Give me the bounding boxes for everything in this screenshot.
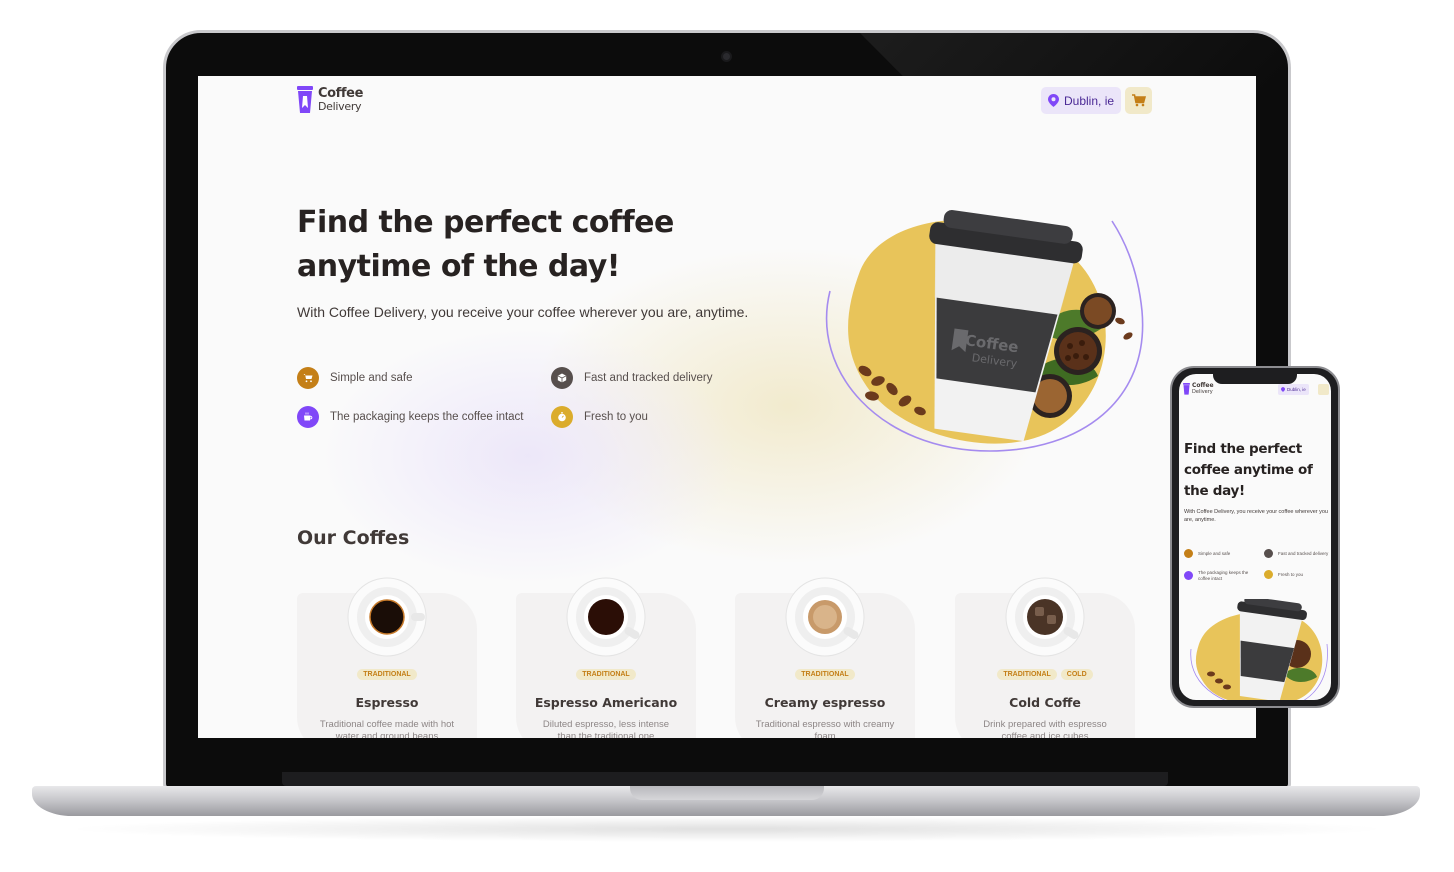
cart-icon	[297, 367, 319, 389]
cup-logo-icon	[1183, 383, 1190, 395]
feature-label: The packaging keeps the coffee intact	[330, 411, 524, 423]
feature-item: Fast and tracked delivery	[1264, 549, 1331, 558]
timer-icon	[551, 406, 573, 428]
timer-icon	[1264, 570, 1273, 579]
phone-notch	[1213, 372, 1297, 384]
coffee-description: Traditional coffee made with hot water a…	[319, 719, 455, 738]
coffee-tag: TRADITIONAL	[795, 669, 855, 680]
desktop-page: Coffee Delivery Dublin, ie Find the perf…	[198, 76, 1256, 738]
package-icon	[551, 367, 573, 389]
location-button[interactable]: Dublin, ie	[1278, 384, 1309, 395]
hero-title: Find the perfect coffee anytime of the d…	[1184, 441, 1313, 499]
feature-label: Fast and tracked delivery	[1278, 550, 1329, 556]
laptop-hinge	[282, 772, 1168, 786]
coffee-name: Creamy espresso	[764, 695, 886, 710]
location-button[interactable]: Dublin, ie	[1041, 87, 1122, 114]
hero-title: Find the perfect coffee anytime of the d…	[297, 205, 674, 284]
camera-icon	[721, 51, 732, 62]
coffee-card[interactable]: TRADITIONAL COLD Cold Coffe Drink prepar…	[955, 577, 1135, 738]
coffee-icon	[297, 406, 319, 428]
feature-item: Fresh to you	[551, 406, 648, 428]
laptop-notch	[630, 786, 824, 800]
coffee-description: Diluted espresso, less intense than the …	[542, 719, 670, 738]
coffee-description: Drink prepared with espresso coffee and …	[983, 719, 1107, 738]
coffee-name: Espresso	[355, 695, 419, 710]
hero-subtitle: With Coffee Delivery, you receive your c…	[297, 304, 749, 320]
coffee-card[interactable]: TRADITIONAL Espresso Traditional coffee …	[297, 577, 477, 738]
coffee-name: Espresso Americano	[534, 695, 678, 710]
mobile-page: Coffee Delivery Dublin, ie Find the perf…	[1179, 374, 1331, 700]
brand-logo[interactable]: Coffee Delivery	[1183, 383, 1214, 395]
brand-name: Coffee	[318, 86, 364, 101]
coffee-name: Cold Coffe	[1009, 695, 1081, 710]
creamy-espresso-cup-image	[785, 577, 865, 657]
coffee-icon	[1184, 571, 1193, 580]
hero-subtitle: With Coffee Delivery, you receive your c…	[1184, 509, 1328, 523]
coffee-tag: TRADITIONAL	[576, 669, 636, 680]
americano-cup-image	[566, 577, 646, 657]
feature-item: The packaging keeps the coffee intact	[1184, 570, 1254, 581]
cold-coffee-cup-image	[1005, 577, 1085, 657]
coffee-card[interactable]: TRADITIONAL Creamy espresso Traditional …	[735, 577, 915, 738]
feature-label: Simple and safe	[1198, 550, 1231, 556]
section-title: Our Coffes	[297, 527, 410, 549]
cart-icon	[1184, 549, 1193, 558]
coffee-tag: TRADITIONAL	[357, 669, 417, 680]
feature-label: Fast and tracked delivery	[584, 372, 713, 384]
feature-item: The packaging keeps the coffee intact	[297, 406, 524, 428]
map-pin-icon	[1281, 387, 1285, 392]
hero-coffee-image	[1190, 599, 1328, 700]
coffee-description: Traditional espresso with creamy foam	[755, 719, 895, 738]
brand-tagline: Delivery	[318, 100, 362, 113]
cart-button[interactable]	[1125, 87, 1152, 114]
hero-coffee-image: Coffee Delivery	[825, 210, 1144, 452]
feature-label: Simple and safe	[330, 372, 413, 384]
feature-label: Fresh to you	[1278, 571, 1304, 577]
feature-item: Simple and safe	[1184, 549, 1254, 558]
feature-label: Fresh to you	[584, 411, 648, 423]
location-label: Dublin, ie	[1287, 387, 1306, 392]
coffee-tag: COLD	[1060, 669, 1093, 680]
cart-button[interactable]	[1318, 384, 1329, 395]
brand-logo[interactable]: Coffee Delivery	[297, 86, 363, 114]
feature-item: Fresh to you	[1264, 570, 1331, 579]
map-pin-icon	[1048, 94, 1059, 107]
package-icon	[1264, 549, 1273, 558]
laptop-shadow	[60, 816, 1394, 842]
cup-logo-icon	[297, 86, 313, 113]
feature-item: Simple and safe	[297, 367, 412, 389]
cart-icon	[1131, 94, 1146, 107]
feature-item: Fast and tracked delivery	[551, 367, 712, 389]
coffee-tag: TRADITIONAL	[997, 669, 1057, 680]
espresso-cup-image	[347, 577, 427, 657]
brand-tagline: Delivery	[1192, 389, 1213, 395]
location-label: Dublin, ie	[1064, 93, 1115, 108]
coffee-card[interactable]: TRADITIONAL Espresso Americano Diluted e…	[516, 577, 696, 738]
feature-label: The packaging keeps the coffee intact	[1198, 570, 1249, 581]
